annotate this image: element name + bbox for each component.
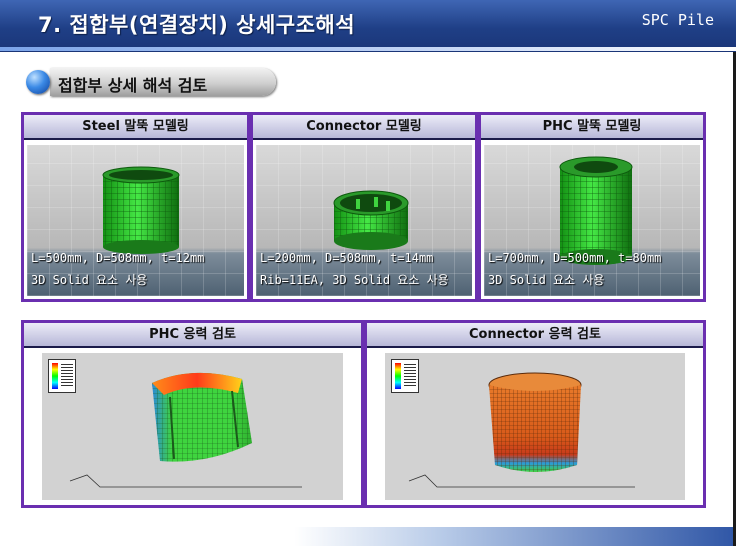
connector-modeling-panel: Connector 모델링 L=200mm, D=508mm, t=14mm R… [250, 112, 478, 302]
panel-title: Connector 응력 검토 [367, 323, 703, 348]
page-title: 7. 접합부(연결장치) 상세구조해석 [38, 13, 356, 37]
header-rule [0, 47, 736, 51]
steel-mesh-render: L=500mm, D=508mm, t=12mm 3D Solid 요소 사용 [27, 145, 244, 296]
element-type: 3D Solid 요소 사용 [488, 273, 605, 287]
footer-bar [0, 527, 736, 546]
phc-stress-contour-image [69, 372, 302, 488]
connector-stress-contour [385, 353, 685, 500]
connector-stress-contour-image [408, 372, 635, 488]
product-tag: SPC Pile [641, 11, 714, 29]
title-bar: 7. 접합부(연결장치) 상세구조해석 SPC Pile [0, 0, 736, 52]
phc-stress-contour [42, 353, 343, 500]
phc-modeling-panel: PHC 말뚝 모델링 L=700mm, D=500mm, t=80mm 3D S… [478, 112, 706, 302]
connector-mesh-render: L=200mm, D=508mm, t=14mm Rib=11EA, 3D So… [256, 145, 472, 296]
steel-modeling-panel: Steel 말뚝 모델링 L=500mm, D=508mm, t=12mm 3D… [21, 112, 250, 302]
connector-stress-panel: Connector 응력 검토 [364, 320, 706, 508]
model-spec: L=700mm, D=500mm, t=80mm [488, 251, 662, 265]
element-type: Rib=11EA, 3D Solid 요소 사용 [260, 273, 449, 287]
element-type: 3D Solid 요소 사용 [31, 273, 148, 287]
panel-title: PHC 말뚝 모델링 [481, 115, 703, 140]
model-spec: L=500mm, D=508mm, t=12mm [31, 251, 205, 265]
panel-title: Steel 말뚝 모델링 [24, 115, 247, 140]
phc-stress-panel: PHC 응력 검토 [21, 320, 364, 508]
model-spec: L=200mm, D=508mm, t=14mm [260, 251, 434, 265]
bullet-sphere-icon [26, 70, 50, 94]
panel-title: Connector 모델링 [253, 115, 475, 140]
panel-title: PHC 응력 검토 [24, 323, 361, 348]
section-title: 접합부 상세 해석 검토 [58, 76, 208, 95]
phc-mesh-render: L=700mm, D=500mm, t=80mm 3D Solid 요소 사용 [484, 145, 700, 296]
